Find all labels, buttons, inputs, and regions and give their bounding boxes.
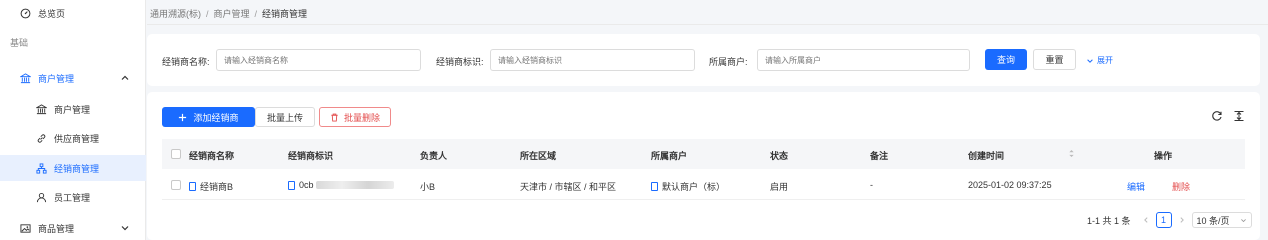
image-icon: [18, 221, 32, 235]
column-header: 所属商户: [651, 151, 688, 161]
distributor-id-input[interactable]: [490, 49, 695, 71]
sidebar-item-merchant-mgmt[interactable]: 商户管理: [0, 65, 146, 91]
document-icon: [288, 180, 295, 190]
sidebar-item-label: 商品管理: [38, 223, 75, 234]
batch-delete-label: 批量删除: [343, 112, 380, 123]
owner-cell: 小B: [420, 182, 436, 192]
merchant-cell: 默认商户（标）: [651, 180, 725, 193]
document-icon: [651, 182, 658, 191]
sidebar: 总览页 基础 商户管理 商户管理 供应商管理 经销商管理 员工管理 商品管理: [0, 0, 146, 240]
sidebar-item-distributor[interactable]: 经销商管理: [0, 155, 146, 181]
reset-button[interactable]: 重置: [1033, 49, 1076, 70]
batch-upload-button[interactable]: 批量上传: [255, 107, 315, 127]
sidebar-item-supplier[interactable]: 供应商管理: [0, 125, 146, 151]
filter-panel: 经销商名称: 经销商标识: 所属商户: 查询 重置 展开: [147, 34, 1260, 86]
column-header: 操作: [1154, 151, 1173, 161]
sidebar-item-overview[interactable]: 总览页: [0, 0, 146, 26]
column-height-icon[interactable]: [1233, 110, 1245, 122]
add-distributor-button[interactable]: 添加经销商: [162, 107, 255, 127]
select-all-checkbox[interactable]: [171, 149, 181, 159]
sidebar-item-label: 员工管理: [54, 192, 91, 203]
breadcrumb-current: 经销商管理: [262, 9, 308, 19]
page-1-button[interactable]: 1: [1155, 212, 1172, 228]
distributor-name-cell: 经销商B: [189, 180, 233, 193]
sidebar-group-basic: 基础: [10, 38, 29, 48]
sidebar-item-label: 供应商管理: [54, 133, 100, 144]
prev-page-icon[interactable]: [1142, 216, 1150, 224]
edit-link[interactable]: 编辑: [1127, 180, 1145, 193]
add-distributor-label: 添加经销商: [193, 112, 239, 123]
table-panel: 添加经销商 批量上传 批量删除 经销商名称 经销商标识 负责人 所在区域 所属商…: [147, 92, 1260, 240]
merchant-input[interactable]: [757, 49, 970, 71]
sidebar-item-staff[interactable]: 员工管理: [0, 184, 146, 210]
expand-label: 展开: [1097, 56, 1113, 65]
document-icon: [189, 182, 196, 191]
column-header: 经销商名称: [189, 151, 235, 161]
breadcrumb: 通用溯源(标) / 商户管理 / 经销商管理: [150, 9, 308, 19]
page-size-value: 10 条/页: [1196, 215, 1230, 226]
column-header: 经销商标识: [288, 151, 334, 161]
created-time-cell: 2025-01-02 09:37:25: [968, 180, 1052, 190]
column-header: 创建时间: [968, 151, 1005, 161]
batch-delete-button[interactable]: 批量删除: [319, 107, 391, 127]
sidebar-item-label: 经销商管理: [54, 163, 100, 174]
sidebar-item-label: 总览页: [38, 8, 66, 19]
next-page-icon[interactable]: [1178, 216, 1186, 224]
breadcrumb-item[interactable]: 通用溯源(标): [150, 9, 201, 19]
main-content: 通用溯源(标)/商户管理/经销商管理 经销商名称: 经销商标识: 所属商户: 查…: [147, 0, 1268, 240]
link-icon: [34, 131, 48, 145]
trash-icon: [330, 113, 339, 122]
note-cell: -: [870, 180, 873, 190]
delete-link[interactable]: 删除: [1172, 180, 1190, 193]
sidebar-item-merchant[interactable]: 商户管理: [0, 96, 146, 122]
bank-icon: [34, 102, 48, 116]
column-header: 负责人: [420, 151, 448, 161]
region-cell: 天津市 / 市辖区 / 和平区: [520, 182, 617, 192]
pagination-summary: 1-1 共 1 条: [1087, 215, 1131, 226]
page-size-select[interactable]: 10 条/页: [1191, 212, 1252, 228]
refresh-icon[interactable]: [1211, 110, 1223, 122]
column-header: 所在区域: [520, 151, 557, 161]
distributor-id-label: 经销商标识:: [436, 57, 484, 67]
hierarchy-icon: [34, 161, 48, 175]
pagination: 1-1 共 1 条 1 10 条/页: [1087, 212, 1252, 228]
chevron-up-icon: [120, 73, 130, 83]
sidebar-item-label: 商户管理: [38, 73, 75, 84]
user-icon: [34, 190, 48, 204]
distributor-name-input[interactable]: [216, 49, 421, 71]
search-button[interactable]: 查询: [985, 49, 1027, 70]
row-checkbox[interactable]: [171, 180, 181, 190]
column-header: 状态: [770, 151, 789, 161]
table-header: 经销商名称 经销商标识 负责人 所在区域 所属商户 状态 备注 创建时间 操作: [162, 139, 1245, 169]
breadcrumb-item[interactable]: 商户管理: [214, 9, 250, 19]
distributor-id-cell: 0cb: [288, 180, 394, 190]
dashboard-icon: [18, 6, 32, 20]
chevron-down-icon: [1240, 217, 1247, 224]
plus-icon: [178, 113, 187, 122]
expand-toggle[interactable]: 展开: [1086, 55, 1113, 66]
sort-icon[interactable]: [1068, 148, 1075, 159]
app: 总览页 基础 商户管理 商户管理 供应商管理 经销商管理 员工管理 商品管理 通…: [0, 0, 1268, 240]
chevron-down-icon: [1086, 57, 1094, 65]
bank-icon: [18, 71, 32, 85]
sidebar-item-label: 商户管理: [54, 104, 91, 115]
column-header: 备注: [870, 151, 889, 161]
table-row: 经销商B 0cb 小B 天津市 / 市辖区 / 和平区 默认商户（标） 启用 -…: [162, 169, 1245, 200]
redacted-text: [315, 181, 394, 189]
status-cell: 启用: [770, 182, 789, 192]
merchant-label: 所属商户:: [709, 57, 748, 67]
sidebar-item-goods-mgmt[interactable]: 商品管理: [0, 215, 146, 240]
chevron-down-icon: [120, 223, 130, 233]
distributor-name-label: 经销商名称:: [162, 57, 210, 67]
